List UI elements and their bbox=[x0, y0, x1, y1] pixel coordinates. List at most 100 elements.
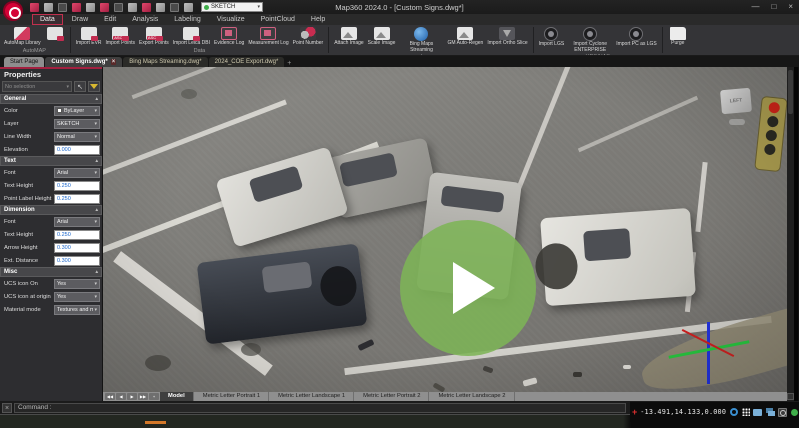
section-misc-header[interactable]: Misc ▴ bbox=[0, 267, 102, 277]
color-dropdown[interactable]: ByLayer ▾ bbox=[54, 105, 100, 116]
import-pc-as-lgs-button[interactable]: Import PC as LGS bbox=[614, 26, 659, 49]
close-button[interactable]: × bbox=[788, 0, 793, 14]
new-tab-button[interactable]: + bbox=[287, 60, 291, 67]
minimize-button[interactable]: — bbox=[751, 0, 759, 14]
scrollbar-down-button[interactable] bbox=[787, 393, 794, 400]
import-cyclone-enterprise-button[interactable]: Import Cyclone ENTERPRISE bbox=[566, 26, 614, 54]
layout-nav-add-button[interactable]: + bbox=[149, 393, 159, 400]
video-progress-bar[interactable] bbox=[145, 421, 166, 424]
magnifier-icon[interactable] bbox=[777, 407, 787, 418]
layers-icon[interactable] bbox=[765, 407, 775, 418]
gm-auto-regen-button[interactable]: GM Auto-Regen bbox=[445, 26, 485, 48]
chevron-down-icon: ▾ bbox=[257, 4, 260, 10]
measurement-log-button[interactable]: Measurement Log bbox=[246, 26, 290, 48]
menu-data[interactable]: Data bbox=[32, 14, 63, 25]
bing-maps-streaming-button[interactable]: Bing Maps Streaming bbox=[397, 26, 445, 54]
menu-labeling[interactable]: Labeling bbox=[167, 15, 207, 24]
quick-select-button[interactable]: ↖ bbox=[74, 81, 86, 92]
import-evr-button[interactable]: Import EVR bbox=[74, 26, 104, 48]
section-dimension-header[interactable]: Dimension ▴ bbox=[0, 205, 102, 215]
command-close-button[interactable]: × bbox=[2, 402, 12, 413]
layout-tab-model[interactable]: Model bbox=[160, 392, 194, 401]
menu-pointcloud[interactable]: PointCloud bbox=[254, 15, 302, 24]
properties-header[interactable]: Properties bbox=[0, 67, 102, 79]
video-play-button[interactable] bbox=[400, 220, 536, 356]
qat-icon-12[interactable] bbox=[184, 2, 193, 12]
tab-bing-maps-streaming[interactable]: Bing Maps Streaming.dwg* bbox=[123, 57, 208, 67]
layout-nav-prev-button[interactable]: ◀ bbox=[116, 393, 126, 400]
layout-tab-landscape-1[interactable]: Metric Letter Landscape 1 bbox=[270, 392, 355, 401]
layer-dropdown[interactable]: SKETCH ▾ bbox=[54, 118, 100, 129]
text-height-input[interactable]: 0.250 bbox=[54, 180, 100, 191]
qat-icon-3[interactable] bbox=[58, 2, 67, 12]
qat-icon-11[interactable] bbox=[170, 2, 179, 12]
vertical-scrollbar[interactable] bbox=[787, 67, 794, 401]
tab-start-page[interactable]: Start Page bbox=[4, 57, 45, 67]
status-ok-icon[interactable] bbox=[790, 407, 799, 418]
menu-draw[interactable]: Draw bbox=[65, 15, 95, 24]
menu-visualize[interactable]: Visualize bbox=[210, 15, 252, 24]
layer-combo[interactable]: SKETCH ▾ bbox=[201, 2, 263, 12]
ext-distance-input[interactable]: 0.300 bbox=[54, 255, 100, 266]
material-mode-dropdown[interactable]: Textures and mate ▾ bbox=[54, 304, 100, 315]
ucs-on-dropdown[interactable]: Yes ▾ bbox=[54, 278, 100, 289]
menu-analysis[interactable]: Analysis bbox=[125, 15, 165, 24]
maximize-button[interactable]: □ bbox=[771, 0, 776, 14]
layout-tab-landscape-2[interactable]: Metric Letter Landscape 2 bbox=[430, 392, 515, 401]
menu-help[interactable]: Help bbox=[304, 15, 332, 24]
menu-edit[interactable]: Edit bbox=[97, 15, 123, 24]
qat-icon-4[interactable] bbox=[72, 2, 81, 12]
point-label-height-input[interactable]: 0.250 bbox=[54, 193, 100, 204]
purge-button[interactable]: Purge bbox=[666, 26, 690, 48]
elevation-input[interactable]: 0.000 bbox=[54, 144, 100, 155]
arrow-height-input[interactable]: 0.300 bbox=[54, 242, 100, 253]
drawing-area: LEFT ◀◀ ◀ ▶ ▶▶ bbox=[103, 67, 787, 401]
qat-icon-7[interactable] bbox=[114, 2, 123, 12]
layout-nav-last-button[interactable]: ▶▶ bbox=[138, 393, 148, 400]
tab-close-icon[interactable]: × bbox=[110, 59, 117, 65]
qat-icon-6[interactable] bbox=[100, 2, 109, 12]
dynamic-input-icon[interactable] bbox=[729, 407, 738, 418]
menu-bar: Data Draw Edit Analysis Labeling Visuali… bbox=[0, 14, 799, 25]
import-ortho-slice-button[interactable]: Import Ortho Slice bbox=[485, 26, 529, 48]
color-swatch bbox=[57, 108, 62, 113]
display-icon[interactable] bbox=[753, 407, 763, 418]
text-font-dropdown[interactable]: Arial ▾ bbox=[54, 167, 100, 178]
dim-font-dropdown[interactable]: Arial ▾ bbox=[54, 216, 100, 227]
import-leica-dbi-button[interactable]: Import Leica DBI bbox=[171, 26, 212, 48]
tab-custom-signs[interactable]: Custom Signs.dwg* × bbox=[45, 57, 123, 67]
app-logo-icon[interactable] bbox=[3, 1, 23, 21]
chevron-down-icon: ▾ bbox=[94, 107, 97, 114]
section-text-header[interactable]: Text ▴ bbox=[0, 156, 102, 166]
layout-tab-portrait-2[interactable]: Metric Letter Portrait 2 bbox=[355, 392, 430, 401]
qat-icon-8[interactable] bbox=[128, 2, 137, 12]
scale-image-button[interactable]: Scale Image bbox=[366, 26, 398, 48]
qat-icon-2[interactable] bbox=[44, 2, 53, 12]
viewport-canvas[interactable]: LEFT bbox=[103, 67, 787, 392]
ucs-origin-dropdown[interactable]: Yes ▾ bbox=[54, 291, 100, 302]
qat-icon-1[interactable] bbox=[30, 2, 39, 12]
point-number-button[interactable]: Point Number bbox=[291, 26, 326, 48]
attach-image-button[interactable]: Attach Image bbox=[332, 26, 365, 48]
selection-combo[interactable]: No selection ▾ bbox=[2, 81, 72, 92]
tab-coe-export[interactable]: 2024_COE Export.dwg* bbox=[208, 57, 285, 67]
grid-snap-icon[interactable] bbox=[741, 407, 750, 418]
automap-tools-button[interactable] bbox=[43, 26, 67, 41]
automap-library-button[interactable]: AutoMap Library bbox=[2, 26, 43, 48]
layout-tab-portrait-1[interactable]: Metric Letter Portrait 1 bbox=[195, 392, 270, 401]
qat-icon-5[interactable] bbox=[86, 2, 95, 12]
import-lgs-button[interactable]: Import LGS bbox=[537, 26, 567, 49]
evidence-log-button[interactable]: Evidence Log bbox=[212, 26, 246, 48]
section-general-header[interactable]: General ▴ bbox=[0, 94, 102, 104]
export-points-button[interactable]: ASC Export Points bbox=[137, 26, 171, 48]
layout-nav-next-button[interactable]: ▶ bbox=[127, 393, 137, 400]
layout-nav-first-button[interactable]: ◀◀ bbox=[105, 393, 115, 400]
import-points-button[interactable]: ASC Import Points bbox=[104, 26, 137, 48]
scrollbar-thumb[interactable] bbox=[788, 70, 793, 114]
line-width-dropdown[interactable]: Normal ▾ bbox=[54, 131, 100, 142]
filter-button[interactable] bbox=[88, 81, 100, 92]
command-input[interactable]: Command : bbox=[14, 402, 626, 413]
qat-icon-10[interactable] bbox=[156, 2, 165, 12]
dim-text-height-input[interactable]: 0.250 bbox=[54, 229, 100, 240]
qat-icon-9[interactable] bbox=[142, 2, 151, 12]
